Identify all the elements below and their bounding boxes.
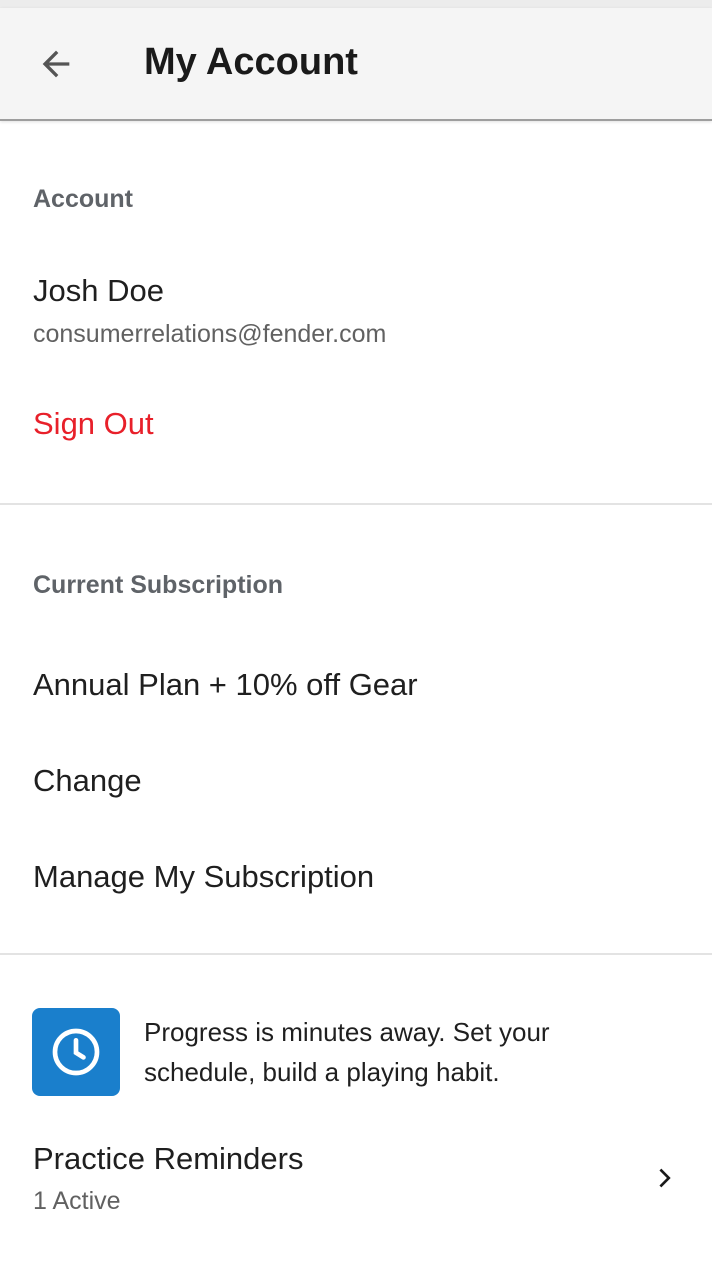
clock-icon-tile (32, 1008, 120, 1096)
account-email: consumerrelations@fender.com (33, 320, 387, 348)
manage-subscription-button[interactable]: Manage My Subscription (33, 859, 374, 895)
practice-reminders-label: Practice Reminders (33, 1141, 304, 1176)
sign-out-button[interactable]: Sign Out (33, 406, 154, 442)
account-section-label: Account (33, 185, 133, 213)
subscription-plan-name: Annual Plan + 10% off Gear (33, 667, 418, 702)
divider (0, 953, 712, 955)
back-button[interactable] (22, 30, 90, 98)
practice-promo-text: Progress is minutes away. Set your sched… (144, 1017, 550, 1087)
divider (0, 503, 712, 505)
page-title: My Account (144, 41, 358, 83)
chevron-right-icon (659, 1168, 671, 1188)
subscription-section-label: Current Subscription (33, 571, 284, 599)
status-strip (0, 0, 712, 8)
account-name: Josh Doe (33, 273, 164, 308)
arrow-left-icon (42, 50, 70, 78)
app-bar: My Account (0, 8, 712, 121)
clock-icon (52, 1028, 100, 1076)
change-subscription-button[interactable]: Change (33, 763, 142, 799)
practice-reminders-status: 1 Active (33, 1187, 121, 1215)
